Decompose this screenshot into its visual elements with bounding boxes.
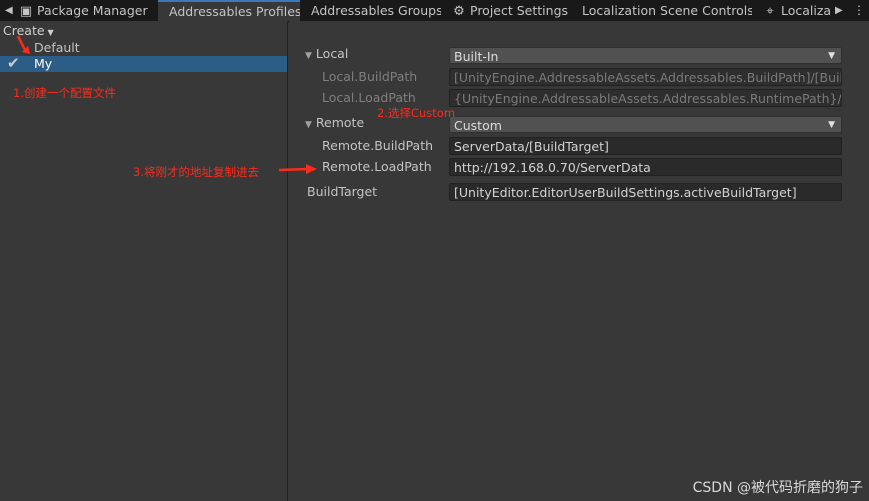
annotation-step1: 1.创建一个配置文件 bbox=[13, 86, 116, 100]
annotation-arrowhead-3 bbox=[306, 164, 317, 174]
annotation-step3: 3.将刚才的地址复制进去 bbox=[133, 165, 259, 179]
annotation-arrow-3 bbox=[278, 167, 309, 172]
annotation-arrows bbox=[16, 35, 317, 174]
annotation-step2: 2.选择Custom bbox=[377, 106, 456, 120]
watermark: CSDN @被代码折磨的狗子 bbox=[692, 480, 863, 496]
